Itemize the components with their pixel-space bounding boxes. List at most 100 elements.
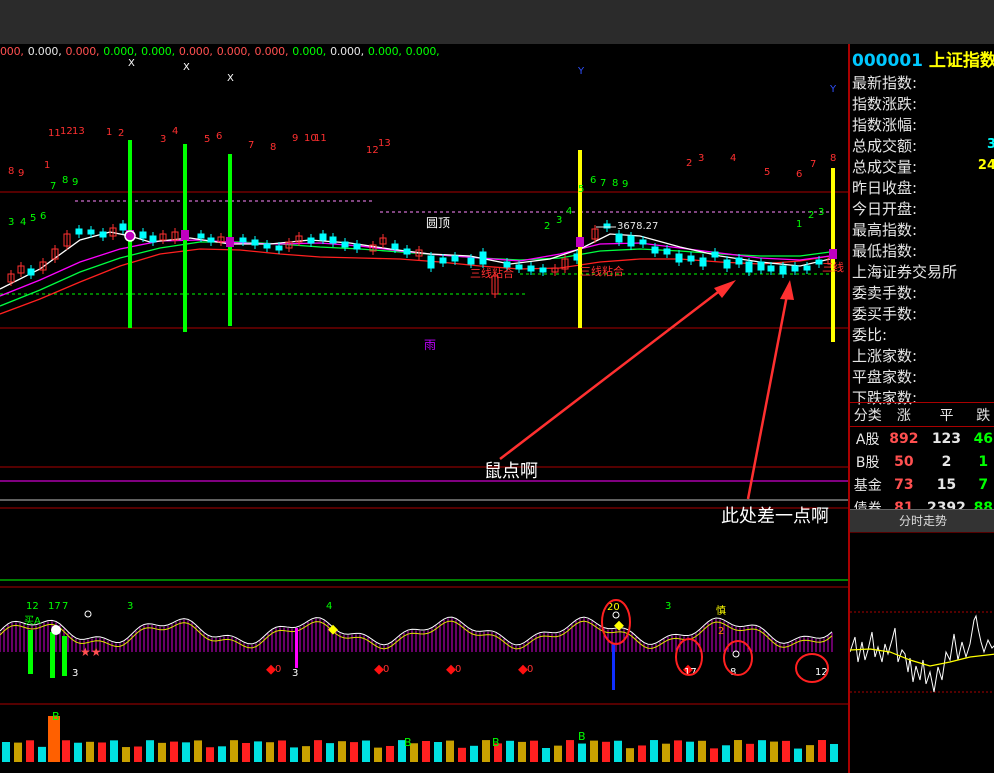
volume-bar (26, 740, 34, 762)
count-number-red: 5 (204, 134, 210, 145)
quote-field-label: 最高指数: (852, 221, 918, 239)
volume-bar (98, 742, 106, 762)
sub-green-bar (62, 636, 67, 676)
pattern-label: 三线 (822, 260, 844, 274)
candle (439, 257, 447, 264)
volume-bar (242, 742, 250, 762)
quote-field-label: 上涨家数: (852, 347, 918, 365)
ma-magenta-line (0, 239, 831, 297)
market-breadth-table: 分类 涨 平 跌 A股89212346B股5021基金73157债券812392… (850, 402, 994, 519)
volume-bar (458, 747, 466, 762)
quote-field-label: 委卖手数: (852, 284, 918, 302)
count-number-red: 8 (8, 166, 14, 177)
volume-bar (254, 741, 262, 762)
candle (307, 237, 315, 244)
candle (735, 257, 743, 265)
quote-field-label: 委比: (852, 326, 888, 344)
candle (197, 233, 205, 239)
volume-bar (602, 741, 610, 762)
candle (87, 229, 95, 235)
candle (99, 231, 107, 238)
tab-minute-trend[interactable]: 分时走势 (850, 509, 994, 532)
candle (251, 239, 259, 246)
quote-field-label: 指数涨幅: (852, 116, 918, 134)
annotation-arrowhead (780, 280, 794, 300)
quote-field-label: 委买手数: (852, 305, 918, 323)
volume-bar (326, 743, 334, 762)
sub-number: 0 (383, 664, 389, 675)
count-number-red: 11 (48, 128, 61, 139)
count-number-red: 2 (686, 158, 692, 169)
count-number-red: 12 (366, 145, 379, 156)
volume-bar (830, 743, 838, 762)
count-number-red: 4 (172, 126, 178, 137)
cell-flat: 123 (931, 430, 962, 447)
sub-number: 慎 (716, 604, 726, 617)
volume-bar (158, 742, 166, 762)
count-number-red: 8 (830, 153, 836, 164)
count-number-green: 9 (72, 177, 78, 188)
volume-bar (734, 740, 742, 762)
count-number-green: 8 (612, 178, 618, 189)
quote-field-label: 指数涨跌: (852, 95, 918, 113)
cell-up: 892 (889, 430, 919, 447)
volume-bar (146, 740, 154, 762)
volume-bar (506, 740, 514, 762)
volume-bar (518, 741, 526, 762)
volume-bar (314, 740, 322, 762)
volume-bar (698, 740, 706, 762)
minute-trend-chart[interactable] (850, 532, 994, 773)
sub-number: 3 (72, 668, 78, 679)
buy-signal-label: B (404, 736, 412, 749)
volume-bar (38, 746, 46, 762)
sub-number: 0 (455, 664, 461, 675)
candle (275, 245, 283, 251)
count-number-red: 9 (292, 133, 298, 144)
buy-signal-label: B (52, 710, 60, 723)
sub-green-bar (28, 630, 33, 674)
quote-field-label: 今日开盘: (852, 200, 918, 218)
candle (391, 243, 399, 250)
annotation-circle (723, 640, 753, 676)
signal-marker (226, 237, 234, 247)
count-number-green: 7 (600, 178, 606, 189)
sub-number: 2 (718, 626, 724, 637)
count-number-green: 3 (818, 207, 824, 218)
count-number-red: 1 (44, 160, 50, 171)
y-mark: Y (577, 66, 585, 77)
volume-bar (482, 740, 490, 762)
annotation-missing-point: 此处差一点啊 (721, 506, 829, 527)
volume-bar (290, 747, 298, 762)
volume-bar (278, 740, 286, 762)
sub-signal-dot (84, 610, 92, 618)
sub-number: 12 (26, 601, 39, 612)
candle (651, 246, 659, 254)
count-number-red: 9 (18, 168, 24, 179)
count-number-red: 6 (796, 169, 802, 180)
candle (663, 248, 671, 255)
quote-field-label: 上海证券交易所 (852, 263, 958, 281)
volume-bar (2, 742, 10, 762)
sub-blue-bar (612, 644, 615, 690)
volume-bar (218, 746, 226, 762)
candle (149, 235, 157, 243)
count-number-green: 2 (808, 210, 814, 221)
minute-avg-line (850, 648, 994, 667)
weather-label: 雨 (424, 338, 436, 352)
main-chart-svg[interactable]: X XXYY8 911 12 13 1 2345 67 89 101112131 2 3 45 6783 4… (0, 44, 848, 773)
x-mark: X (227, 73, 234, 84)
candle (779, 265, 787, 275)
candle (451, 255, 459, 262)
kline-chart-area[interactable]: 000, 0.000, 0.000, 0.000, 0.000, 0.000, 0.000,… (0, 44, 848, 773)
volume-bar (386, 745, 394, 762)
signal-marker (829, 249, 837, 259)
volume-bar (770, 741, 778, 762)
volume-bar (674, 740, 682, 762)
annotation-arrow (499, 285, 727, 460)
volume-bar (530, 740, 538, 762)
count-number-green: 3 (556, 215, 562, 226)
volume-bar (122, 747, 130, 762)
volume-bar (134, 746, 142, 762)
x-mark: X (183, 62, 190, 73)
volume-bar (638, 745, 646, 762)
